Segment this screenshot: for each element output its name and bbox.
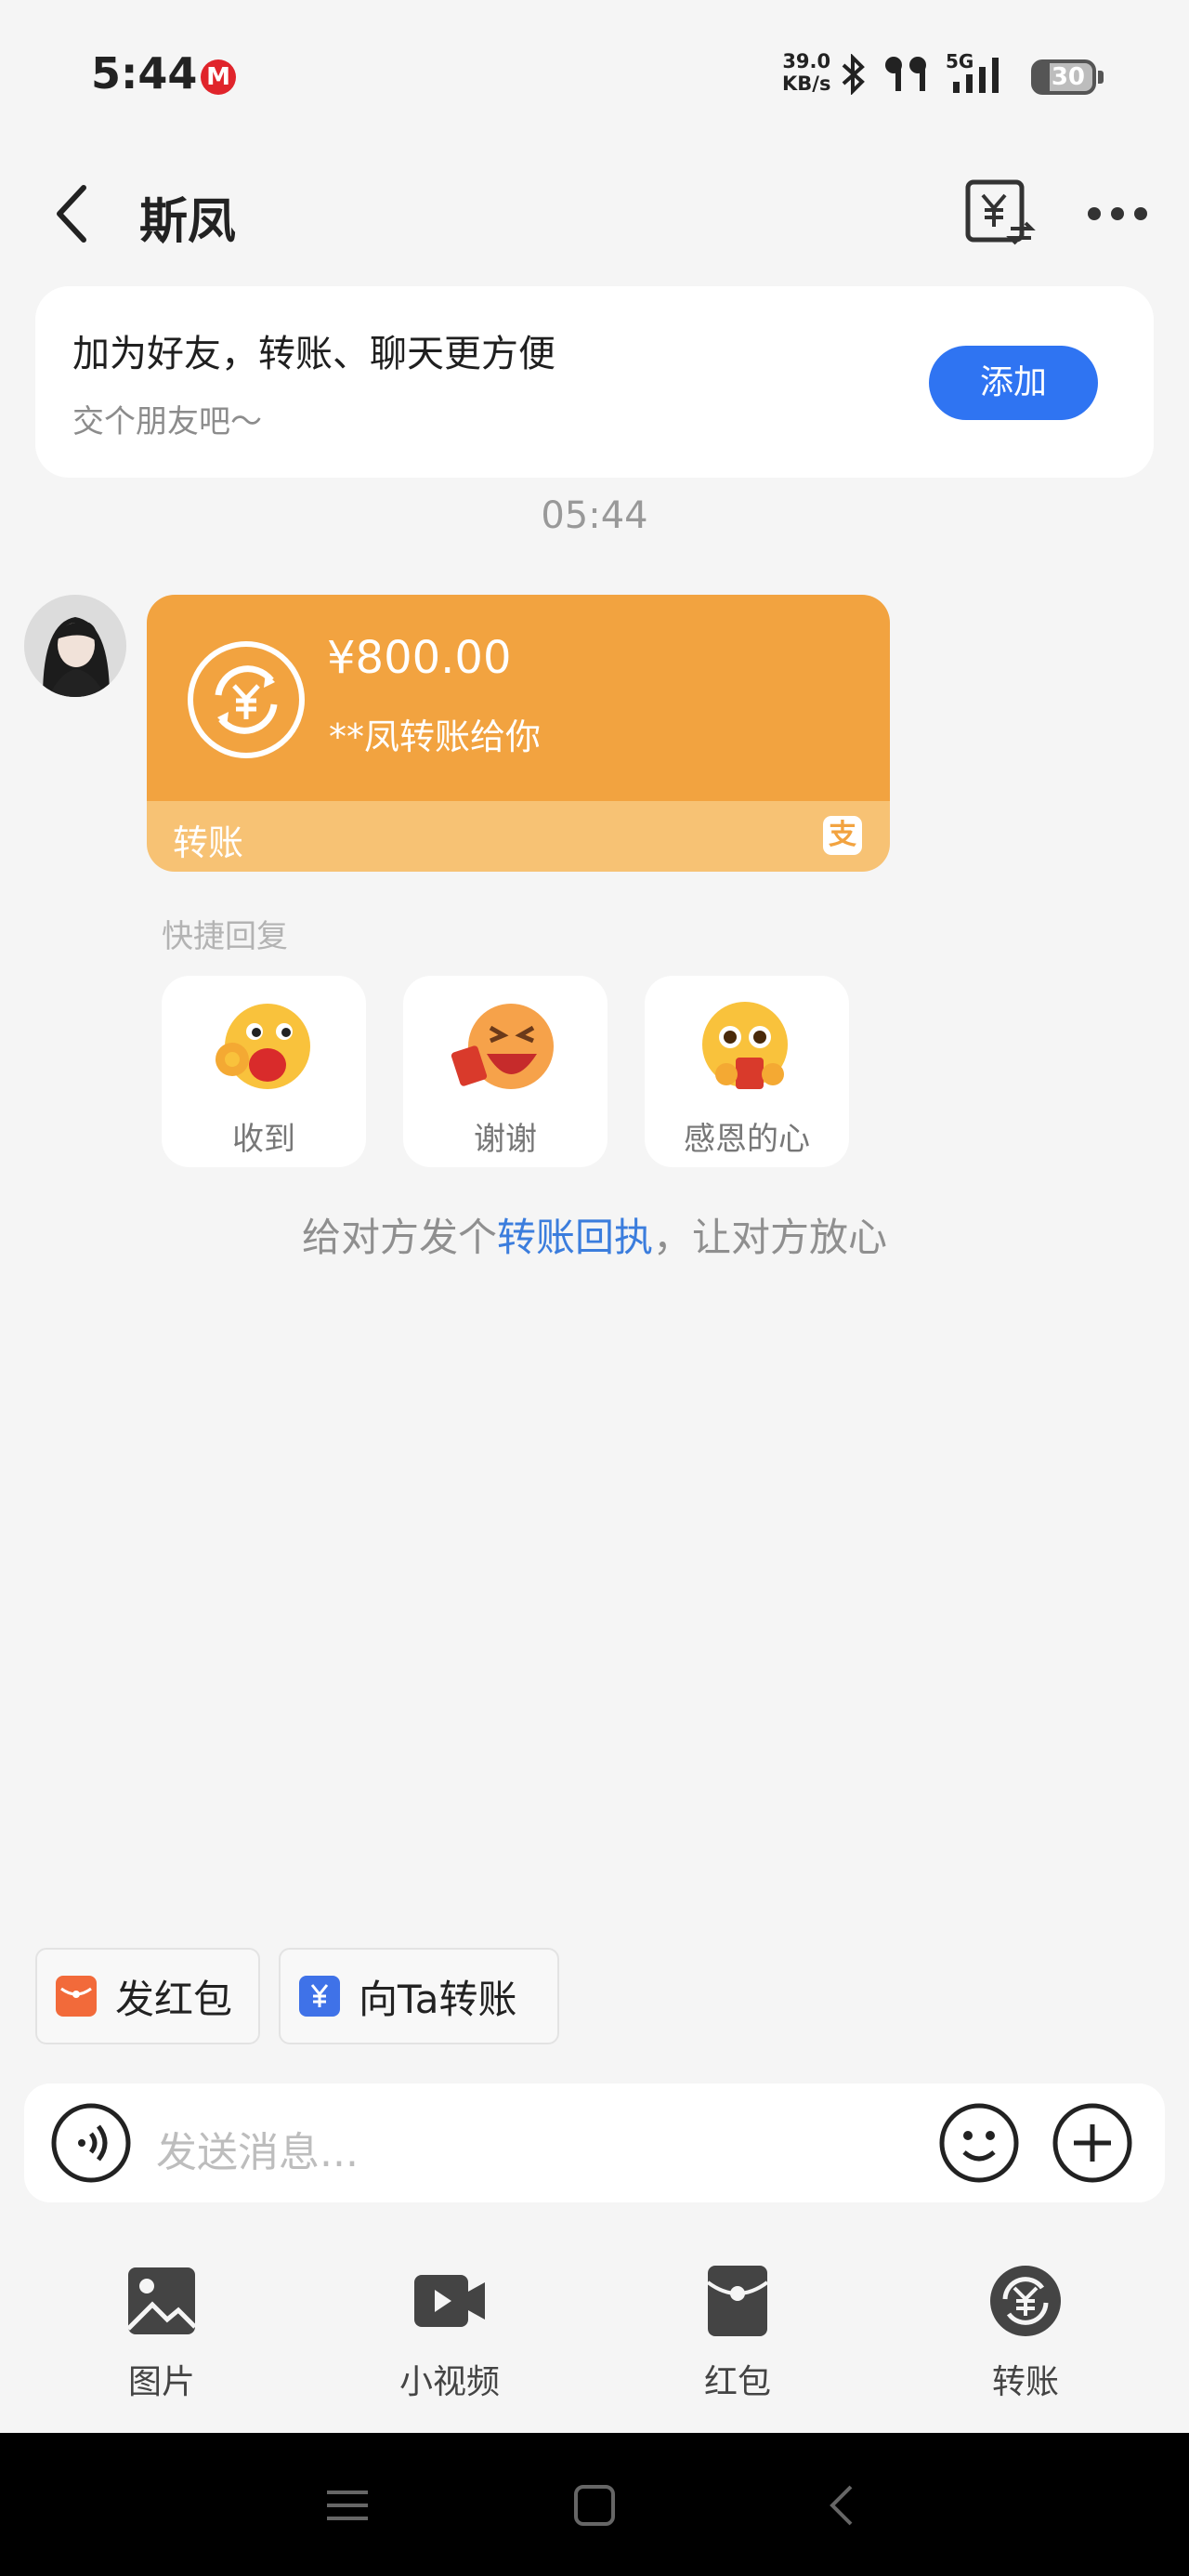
transfer-icon <box>990 2266 1061 2336</box>
transfer-to-ta-button[interactable]: 向Ta转账 <box>279 1948 559 2044</box>
page-title: 斯凤 <box>139 194 237 250</box>
add-friend-subtitle: 交个朋友吧～ <box>72 403 262 440</box>
transfer-message[interactable]: ¥800.00 **凤转账给你 转账 支 <box>147 595 890 872</box>
add-friend-button[interactable]: 添加 <box>929 346 1098 420</box>
emoji-button[interactable] <box>938 2102 1020 2184</box>
tool-image[interactable]: 图片 <box>69 2254 255 2412</box>
metro-icon: M <box>201 59 236 95</box>
message-input-bar: 发送消息... <box>24 2083 1165 2202</box>
tool-label: 图片 <box>127 2363 195 2401</box>
receipt-prefix: 给对方发个 <box>301 1215 497 1260</box>
red-packet-icon <box>706 2266 769 2336</box>
quick-reply-label: 谢谢 <box>474 1121 537 1158</box>
transfer-receipt-link[interactable]: 转账回执 <box>497 1215 653 1260</box>
net-speed-unit: KB/s <box>782 72 831 95</box>
transfer-receipt-hint: 给对方发个转账回执，让对方放心 <box>0 1206 1189 1263</box>
status-icons: 5G <box>840 50 1011 97</box>
tool-label: 红包 <box>703 2363 771 2401</box>
signal-icon: 5G <box>946 50 1011 95</box>
transfer-amount: ¥800.00 <box>327 632 512 684</box>
send-red-packet-button[interactable]: 发红包 <box>35 1948 260 2044</box>
send-red-packet-label: 发红包 <box>115 1976 233 2022</box>
home-icon[interactable] <box>567 2477 622 2533</box>
net-speed: 39.0 KB/s <box>782 50 830 95</box>
chat-timestamp: 05:44 <box>541 494 648 537</box>
menu-icon[interactable] <box>320 2477 375 2533</box>
earbuds-icon <box>885 57 926 91</box>
add-friend-title: 加为好友，转账、聊天更方便 <box>72 333 555 375</box>
tool-label: 转账 <box>991 2363 1059 2401</box>
tool-transfer[interactable]: 转账 <box>933 2254 1118 2412</box>
quick-reply-label: 感恩的心 <box>684 1121 810 1158</box>
bluetooth-icon <box>842 54 865 95</box>
transfer-message-footer: 转账 支 <box>147 801 890 872</box>
transfer-record-button[interactable] <box>962 177 1037 251</box>
tool-label: 小视频 <box>399 2363 500 2401</box>
quick-reply-grateful[interactable]: 感恩的心 <box>645 976 849 1167</box>
battery-icon: 30 <box>1031 59 1096 95</box>
net-speed-value: 39.0 <box>782 50 831 72</box>
alipay-icon: 支 <box>823 816 862 855</box>
quick-reply-label: 收到 <box>232 1121 295 1158</box>
thanks-emoji-icon <box>451 1004 554 1089</box>
more-button[interactable] <box>1085 193 1150 234</box>
video-icon <box>414 2275 485 2327</box>
battery-level: 30 <box>1051 63 1085 91</box>
transfer-to-ta-label: 向Ta转账 <box>359 1976 517 2022</box>
battery-tip <box>1098 71 1104 84</box>
image-icon <box>126 2267 197 2334</box>
quick-reply-received[interactable]: 收到 <box>162 976 366 1167</box>
system-nav-bar <box>0 2433 1189 2576</box>
avatar[interactable] <box>24 595 126 697</box>
ok-emoji-icon <box>216 1004 310 1089</box>
message-input[interactable]: 发送消息... <box>156 2119 359 2178</box>
quick-reply-thanks[interactable]: 谢谢 <box>403 976 608 1167</box>
more-actions-button[interactable] <box>1052 2102 1133 2184</box>
back-button[interactable] <box>45 178 100 249</box>
tool-red-packet[interactable]: 红包 <box>645 2254 830 2412</box>
back-nav-icon[interactable] <box>816 2477 871 2533</box>
transfer-card-icon <box>299 1976 340 2017</box>
red-packet-icon <box>56 1976 97 2017</box>
quick-reply-title: 快捷回复 <box>162 918 288 955</box>
transfer-description: **凤转账给你 <box>329 716 542 757</box>
voice-input-button[interactable] <box>50 2102 132 2184</box>
tool-video[interactable]: 小视频 <box>357 2254 542 2412</box>
transfer-message-body: ¥800.00 **凤转账给你 <box>147 595 890 801</box>
receipt-suffix: ，让对方放心 <box>653 1215 888 1260</box>
transfer-label: 转账 <box>173 822 244 863</box>
transfer-icon <box>188 641 305 758</box>
add-friend-card: 加为好友，转账、聊天更方便 交个朋友吧～ 添加 <box>35 286 1154 478</box>
grateful-emoji-icon <box>702 1002 788 1089</box>
status-time: 5:44 <box>91 48 198 99</box>
